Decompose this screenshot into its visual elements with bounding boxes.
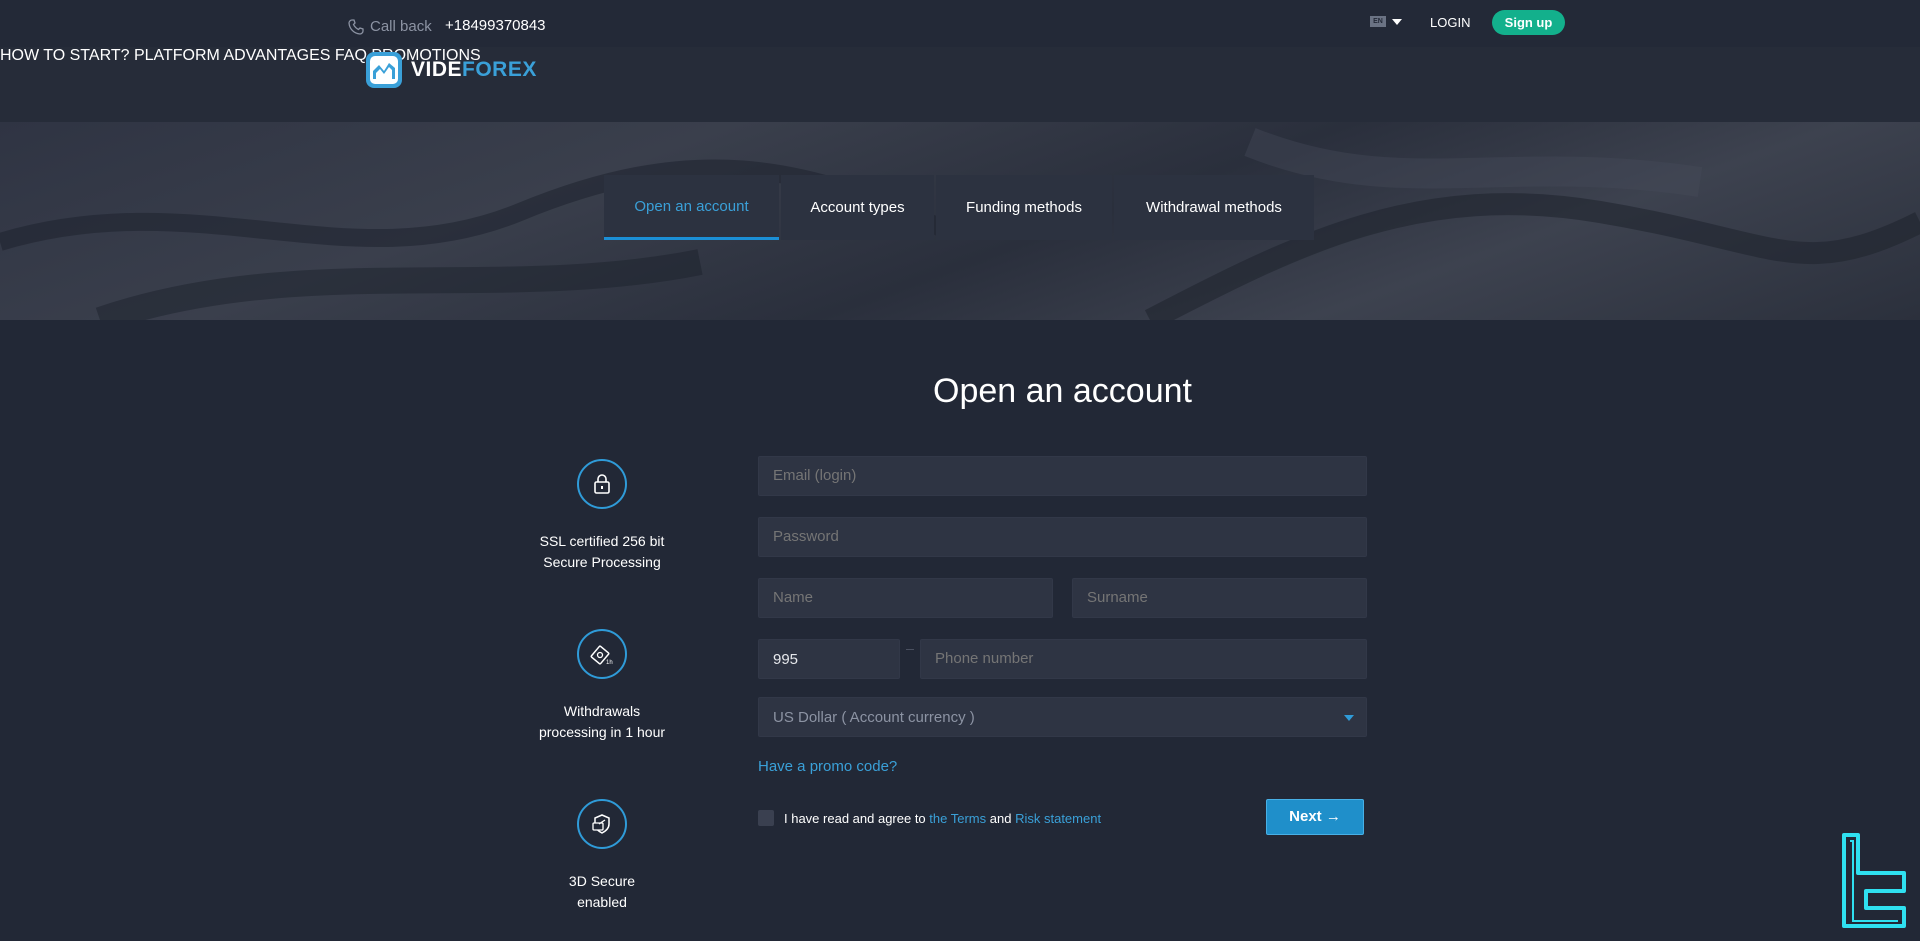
corner-logo-icon [1842, 833, 1906, 928]
terms-agreement: I have read and agree to the Terms and R… [758, 810, 1101, 826]
chevron-down-icon [1344, 715, 1354, 721]
and-text: and [989, 810, 1012, 826]
main-header: VIDEFOREX HOW TO START? PLATFORM ADVANTA… [0, 47, 1920, 122]
feature-withdrawals-line2: processing in 1 hour [538, 724, 666, 740]
nav-advantages[interactable]: ADVANTAGES [223, 47, 330, 64]
top-bar: Call back +18499370843 EN LOGIN Sign up [0, 0, 1920, 47]
lock-icon [594, 474, 610, 494]
phone-separator [906, 649, 914, 650]
tab-open-account[interactable]: Open an account [604, 175, 779, 240]
callback-label: Call back [370, 18, 432, 35]
tab-withdrawal-methods[interactable]: Withdrawal methods [1114, 175, 1314, 240]
phone-number-field[interactable] [920, 639, 1367, 679]
feature-ssl-line2: Secure Processing [543, 554, 661, 570]
terms-link[interactable]: the Terms [929, 811, 986, 826]
signup-button[interactable]: Sign up [1492, 10, 1565, 35]
phone-icon [348, 18, 364, 35]
name-field[interactable] [758, 578, 1053, 618]
feature-ssl: SSL certified 256 bit Secure Processing [502, 459, 702, 573]
svg-text:1h: 1h [606, 660, 613, 666]
next-button[interactable]: Next → [1266, 799, 1364, 835]
login-link[interactable]: LOGIN [1430, 15, 1470, 30]
callback-link[interactable]: Call back [348, 18, 432, 35]
currency-selected-value: US Dollar ( Account currency ) [773, 709, 975, 726]
feature-ssl-line1: SSL certified 256 bit [539, 533, 665, 549]
logo[interactable]: VIDEFOREX [365, 51, 537, 89]
nav-how-to-start[interactable]: HOW TO START? [0, 47, 130, 64]
logo-icon [366, 52, 402, 88]
tab-account-types[interactable]: Account types [781, 175, 934, 240]
nav-faq[interactable]: FAQ [335, 47, 367, 64]
email-field[interactable] [758, 456, 1367, 496]
logo-text-primary: VIDE [411, 58, 463, 81]
language-selector[interactable]: EN [1370, 16, 1402, 27]
nav-platform[interactable]: PLATFORM [134, 47, 220, 64]
feature-3d-secure-line1: 3D Secure [568, 873, 636, 889]
currency-select[interactable]: US Dollar ( Account currency ) [758, 697, 1367, 737]
chevron-down-icon [1392, 18, 1402, 25]
language-flag-icon: EN [1370, 16, 1386, 27]
phone-code-field[interactable]: 995 [758, 639, 900, 679]
feature-withdrawals-line1: Withdrawals [563, 703, 641, 719]
terms-checkbox[interactable] [758, 810, 774, 826]
logo-text-accent: FOREX [462, 58, 537, 81]
promo-code-link[interactable]: Have a promo code? [758, 758, 897, 775]
agree-text: I have read and agree to [784, 810, 926, 826]
surname-field[interactable] [1072, 578, 1367, 618]
hero-banner: Open an account Account types Funding me… [0, 122, 1920, 320]
shield-card-icon [592, 814, 610, 834]
feature-withdrawals: 1h Withdrawals processing in 1 hour [502, 629, 702, 743]
account-tabs: Open an account Account types Funding me… [604, 175, 1314, 240]
phone-number: +18499370843 [445, 17, 546, 34]
risk-statement-link[interactable]: Risk statement [1015, 811, 1101, 826]
money-clock-icon: 1h [590, 645, 613, 666]
feature-3d-secure: 3D Secure enabled [502, 799, 702, 913]
password-field[interactable] [758, 517, 1367, 557]
feature-3d-secure-line2: enabled [577, 894, 627, 910]
page-title: Open an account [933, 372, 1192, 410]
tab-funding-methods[interactable]: Funding methods [936, 175, 1112, 240]
